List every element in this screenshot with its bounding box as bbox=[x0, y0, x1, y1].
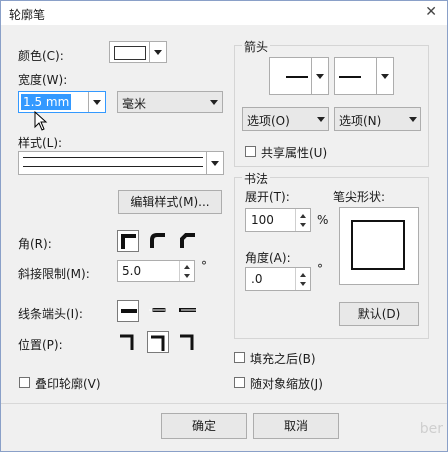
center-position-icon bbox=[151, 335, 165, 351]
stretch-spinner[interactable]: 100 bbox=[245, 208, 311, 232]
end-arrow-options[interactable]: 选项(N) bbox=[334, 107, 421, 131]
spin-down-icon[interactable] bbox=[180, 271, 194, 281]
extended-cap-icon bbox=[179, 308, 196, 312]
width-combo[interactable]: 1.5 mm bbox=[18, 91, 106, 113]
overprint-checkbox[interactable] bbox=[19, 377, 30, 388]
ok-button[interactable]: 确定 bbox=[161, 413, 247, 439]
miter-limit-value[interactable]: 5.0 bbox=[122, 264, 141, 278]
color-picker[interactable] bbox=[109, 41, 167, 63]
edit-style-button[interactable]: 编辑样式(M)... bbox=[118, 190, 222, 214]
spin-buttons[interactable] bbox=[179, 261, 194, 281]
stretch-value[interactable]: 100 bbox=[251, 213, 274, 227]
spin-down-icon[interactable] bbox=[296, 279, 310, 290]
style-line-preview bbox=[23, 157, 203, 158]
width-value[interactable]: 1.5 mm bbox=[21, 94, 72, 110]
chevron-down-icon bbox=[409, 117, 417, 122]
corner-bevel-button[interactable] bbox=[177, 230, 199, 252]
nib-shape-label: 笔尖形状: bbox=[333, 190, 386, 204]
position-outside-button[interactable] bbox=[117, 331, 139, 353]
fill-behind-label[interactable]: 填充之后(B) bbox=[250, 350, 316, 367]
miter-unit: ° bbox=[201, 259, 207, 273]
spin-down-icon[interactable] bbox=[296, 220, 310, 231]
position-center-button[interactable] bbox=[147, 331, 169, 353]
share-attributes-label[interactable]: 共享属性(U) bbox=[261, 144, 327, 161]
start-arrow-preview bbox=[286, 76, 308, 78]
calligraphy-group-label: 书法 bbox=[242, 170, 271, 187]
end-arrow-preview bbox=[339, 76, 361, 78]
end-arrow-dropdown[interactable] bbox=[376, 58, 393, 94]
width-dropdown-arrow[interactable] bbox=[88, 92, 105, 112]
miter-corner-icon bbox=[121, 234, 136, 249]
start-arrow-dropdown[interactable] bbox=[311, 58, 328, 94]
share-attributes-checkbox[interactable] bbox=[245, 146, 256, 157]
angle-value[interactable]: .0 bbox=[251, 272, 262, 286]
end-arrow-combo[interactable] bbox=[334, 57, 394, 95]
style-line-preview-2 bbox=[23, 166, 203, 167]
mouse-cursor-icon bbox=[34, 111, 48, 131]
spin-buttons[interactable] bbox=[295, 209, 310, 231]
scale-with-object-label[interactable]: 随对象缩放(J) bbox=[250, 375, 323, 392]
nib-square-icon bbox=[351, 220, 405, 270]
chevron-down-icon bbox=[381, 74, 389, 79]
default-button[interactable]: 默认(D) bbox=[339, 302, 419, 326]
corner-miter-button[interactable] bbox=[117, 230, 139, 252]
bevel-corner-icon bbox=[180, 233, 195, 248]
square-cap-icon bbox=[121, 309, 137, 313]
chevron-down-icon bbox=[93, 100, 101, 105]
stretch-unit: % bbox=[317, 213, 329, 227]
style-combo[interactable] bbox=[18, 151, 224, 175]
round-corner-icon bbox=[150, 233, 165, 248]
close-icon[interactable]: ✕ bbox=[425, 4, 437, 20]
cap-square-button[interactable] bbox=[117, 300, 139, 322]
chevron-down-icon bbox=[210, 100, 218, 105]
angle-unit: ° bbox=[317, 262, 323, 276]
end-arrow-options-label: 选项(N) bbox=[339, 114, 382, 128]
scale-with-object-checkbox[interactable] bbox=[234, 377, 245, 388]
cap-round-button[interactable] bbox=[147, 300, 169, 322]
start-arrow-options-label: 选项(O) bbox=[247, 114, 290, 128]
cancel-button[interactable]: 取消 bbox=[253, 413, 339, 439]
corner-round-button[interactable] bbox=[147, 230, 169, 252]
position-inside-button[interactable] bbox=[177, 331, 199, 353]
footer-separator bbox=[1, 403, 447, 404]
outside-position-icon bbox=[120, 334, 134, 350]
chevron-down-icon bbox=[211, 161, 219, 166]
chevron-down-icon bbox=[317, 117, 325, 122]
line-cap-label: 线条端头(I): bbox=[18, 307, 83, 321]
style-label: 样式(L): bbox=[18, 136, 63, 150]
color-dropdown-arrow[interactable] bbox=[149, 42, 166, 62]
arrows-group-label: 箭头 bbox=[242, 38, 271, 55]
overprint-label[interactable]: 叠印轮廓(V) bbox=[35, 375, 101, 392]
unit-combo[interactable]: 毫米 bbox=[117, 91, 223, 113]
position-label: 位置(P): bbox=[18, 338, 63, 352]
title-bar: 轮廓笔 ✕ bbox=[1, 1, 447, 25]
start-arrow-options[interactable]: 选项(O) bbox=[242, 107, 329, 131]
color-label: 颜色(C): bbox=[18, 49, 64, 63]
cap-extended-button[interactable] bbox=[177, 300, 199, 322]
chevron-down-icon bbox=[154, 50, 162, 55]
inside-position-icon bbox=[180, 334, 194, 350]
unit-value: 毫米 bbox=[122, 97, 147, 111]
miter-limit-label: 斜接限制(M): bbox=[18, 267, 90, 281]
fill-behind-checkbox[interactable] bbox=[234, 352, 245, 363]
watermark: ber bbox=[419, 421, 443, 437]
nib-shape-preview bbox=[339, 207, 419, 285]
start-arrow-combo[interactable] bbox=[269, 57, 329, 95]
spin-buttons[interactable] bbox=[295, 268, 310, 290]
stretch-label: 展开(T): bbox=[245, 190, 290, 204]
corner-label: 角(R): bbox=[18, 237, 52, 251]
window-title: 轮廓笔 bbox=[9, 8, 46, 22]
color-swatch bbox=[114, 46, 146, 60]
chevron-down-icon bbox=[316, 74, 324, 79]
style-dropdown-arrow[interactable] bbox=[206, 152, 223, 174]
round-cap-icon bbox=[149, 308, 166, 312]
miter-limit-spinner[interactable]: 5.0 bbox=[117, 260, 195, 282]
angle-spinner[interactable]: .0 bbox=[245, 267, 311, 291]
angle-label: 角度(A): bbox=[245, 251, 291, 265]
outline-pen-dialog: 轮廓笔 ✕ 颜色(C): 宽度(W): 1.5 mm 毫米 样式(L): 编辑样… bbox=[0, 0, 448, 452]
width-label: 宽度(W): bbox=[18, 73, 68, 87]
